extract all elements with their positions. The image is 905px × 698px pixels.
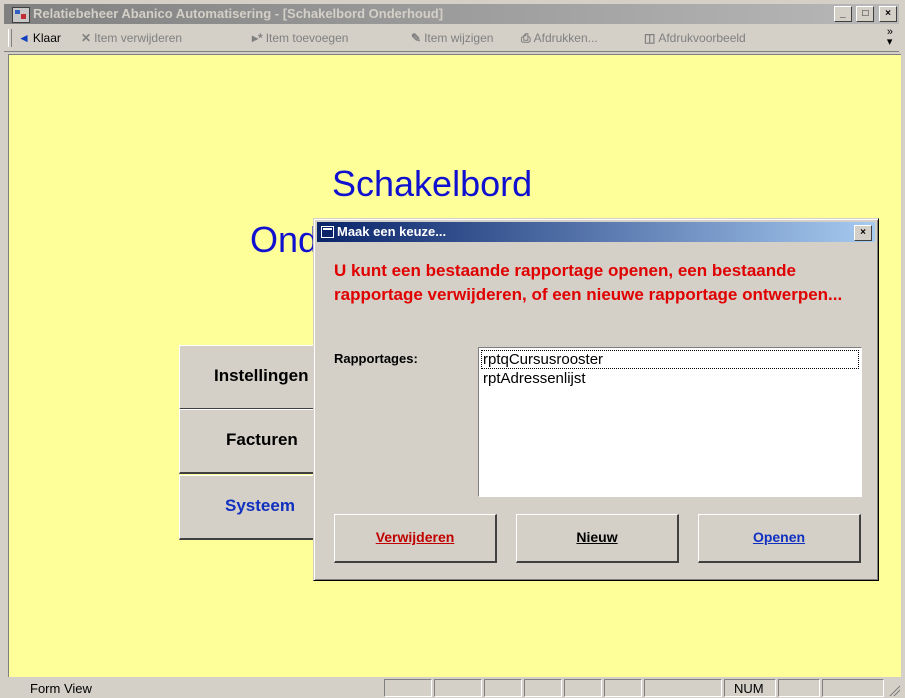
status-panel [564, 679, 602, 697]
dialog-close-button[interactable]: × [854, 225, 872, 241]
toolbar-item-wijzigen-button[interactable]: ✎ Item wijzigen [411, 31, 493, 45]
toolbar-afdrukvoorbeeld-button[interactable]: ◫ Afdrukvoorbeeld [644, 31, 746, 45]
add-item-icon: ▸* [252, 31, 263, 45]
form-title-line1: Schakelbord [332, 163, 533, 204]
status-panel [434, 679, 482, 697]
report-listbox[interactable]: rptqCursusrooster rptAdressenlijst [478, 347, 862, 497]
close-button[interactable]: × [879, 6, 897, 22]
instellingen-label: Instellingen [214, 366, 309, 385]
app-icon[interactable] [12, 7, 30, 23]
maximize-button[interactable]: □ [856, 6, 875, 22]
toolbar-item-verwijderen-label: Item verwijderen [94, 31, 183, 45]
status-panel [822, 679, 884, 697]
facturen-label: Facturen [226, 430, 298, 449]
minimize-button[interactable]: _ [833, 6, 852, 22]
toolbar-klaar-button[interactable]: ◄ Klaar [18, 31, 61, 45]
status-mode: Form View [30, 681, 92, 696]
form-icon [321, 226, 334, 238]
list-item[interactable]: rptAdressenlijst [479, 369, 861, 388]
status-panel [384, 679, 432, 697]
dialog-title: Maak een keuze... [337, 224, 447, 239]
toolbar-item-toevoegen-button[interactable]: ▸* Item toevoegen [252, 31, 348, 45]
print-preview-icon: ◫ [644, 31, 656, 45]
status-bar: Form View NUM [4, 678, 901, 698]
toolbar-afdrukken-label: Afdrukken... [533, 31, 598, 45]
back-arrow-icon: ◄ [18, 31, 30, 45]
toolbar-item-toevoegen-label: Item toevoegen [265, 31, 349, 45]
rapportages-label: Rapportages: [334, 351, 418, 366]
printer-icon: ⎙ [521, 31, 531, 45]
title-bar[interactable]: Relatiebeheer Abanico Automatisering - [… [4, 4, 899, 24]
app-window: Relatiebeheer Abanico Automatisering - [… [0, 0, 905, 698]
toolbar-afdrukvoorbeeld-label: Afdrukvoorbeeld [658, 31, 746, 45]
toolbar-item-wijzigen-label: Item wijzigen [424, 31, 494, 45]
toolbar: ◄ Klaar ✕ Item verwijderen ▸* Item toevoege… [4, 25, 899, 52]
toolbar-overflow-icon[interactable]: » ▾ [887, 27, 893, 48]
status-panel [524, 679, 562, 697]
choice-dialog: Maak een keuze... × U kunt een bestaande… [313, 218, 879, 581]
delete-item-icon: ✕ [81, 31, 92, 45]
status-panel [644, 679, 722, 697]
nieuw-button[interactable]: Nieuw [516, 514, 679, 563]
status-num: NUM [734, 681, 764, 696]
status-panel [604, 679, 642, 697]
status-panel [778, 679, 820, 697]
window-controls: _ □ × [833, 6, 897, 22]
verwijderen-button[interactable]: Verwijderen [334, 514, 497, 563]
edit-item-icon: ✎ [411, 31, 422, 45]
window-title: Relatiebeheer Abanico Automatisering - [… [33, 6, 444, 21]
list-item[interactable]: rptqCursusrooster [481, 350, 859, 369]
toolbar-afdrukken-button[interactable]: ⎙ Afdrukken... [521, 31, 598, 46]
toolbar-item-verwijderen-button[interactable]: ✕ Item verwijderen [81, 31, 182, 45]
status-panel [484, 679, 522, 697]
toolbar-klaar-label: Klaar [32, 31, 61, 45]
resize-grip-icon[interactable] [888, 684, 900, 696]
systeem-label: Systeem [225, 496, 295, 515]
dialog-message: U kunt een bestaande rapportage openen, … [334, 261, 843, 304]
dialog-title-bar[interactable]: Maak een keuze... × [317, 222, 875, 242]
openen-button[interactable]: Openen [698, 514, 861, 563]
toolbar-grip[interactable] [8, 29, 12, 47]
